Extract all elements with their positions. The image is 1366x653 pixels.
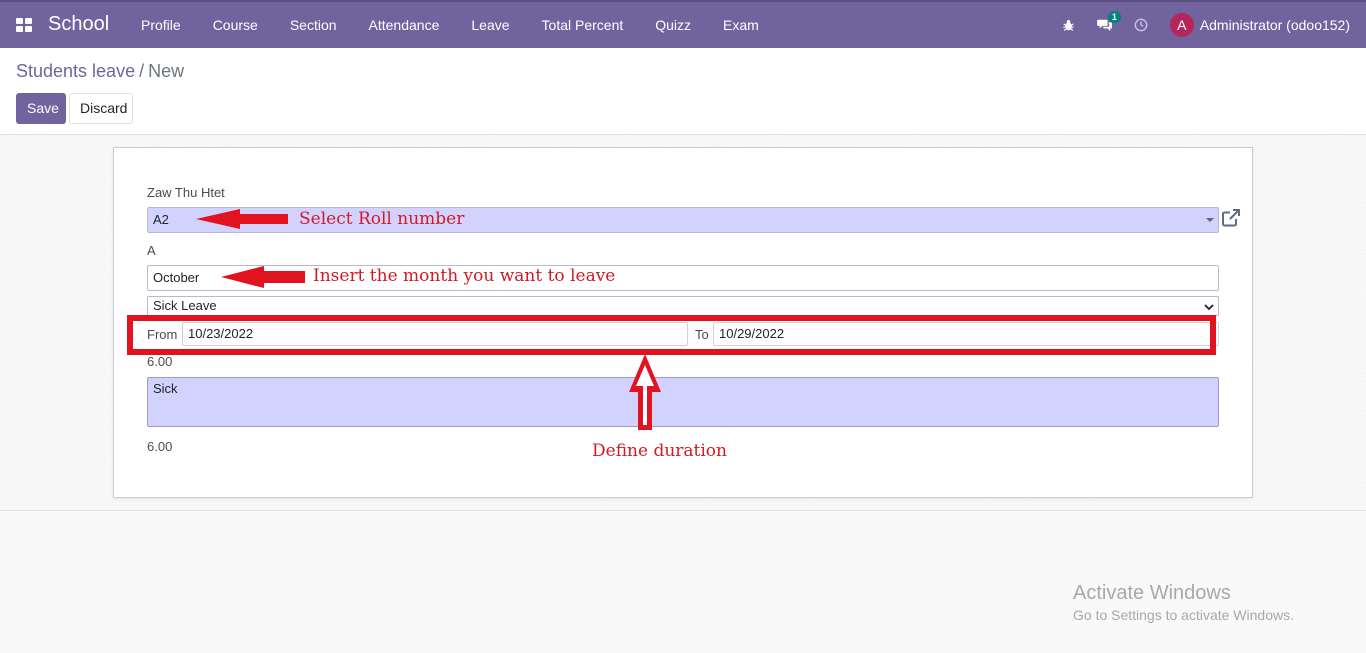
duration-highlight-box <box>127 315 1216 355</box>
annotation-roll: Select Roll number <box>299 209 465 229</box>
watermark-title: Activate Windows <box>1073 582 1231 604</box>
arrow-left-icon <box>221 266 305 288</box>
annotation-duration: Define duration <box>592 441 727 461</box>
watermark-subtitle: Go to Settings to activate Windows. <box>1073 607 1294 623</box>
annotation-month: Insert the month you want to leave <box>313 266 616 286</box>
arrow-left-icon <box>196 209 288 229</box>
